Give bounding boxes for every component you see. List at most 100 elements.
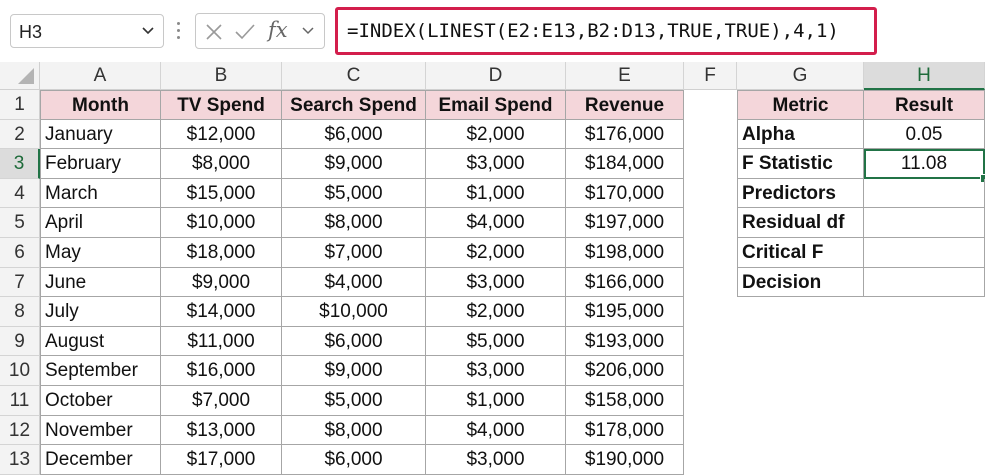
table-cell[interactable]: May bbox=[40, 238, 161, 268]
check-icon[interactable] bbox=[234, 22, 256, 42]
row-header-4[interactable]: 4 bbox=[0, 178, 40, 209]
metric-label-cell[interactable]: Alpha bbox=[737, 119, 864, 150]
row-header-7[interactable]: 7 bbox=[0, 267, 40, 298]
table-cell[interactable]: $7,000 bbox=[161, 386, 282, 416]
row-header-8[interactable]: 8 bbox=[0, 297, 40, 327]
table-cell[interactable]: $5,000 bbox=[282, 386, 426, 416]
column-header-c[interactable]: C bbox=[282, 62, 426, 90]
table-cell[interactable]: $5,000 bbox=[282, 178, 426, 209]
table-cell[interactable]: $4,000 bbox=[426, 415, 566, 446]
table-cell[interactable]: September bbox=[40, 356, 161, 386]
metric-label-cell[interactable]: F Statistic bbox=[737, 149, 864, 179]
active-cell[interactable]: 11.08 bbox=[864, 149, 985, 179]
table-cell[interactable]: $2,000 bbox=[426, 297, 566, 327]
table-cell[interactable]: $170,000 bbox=[566, 178, 684, 209]
table-cell[interactable]: $176,000 bbox=[566, 119, 684, 150]
table-cell[interactable]: $9,000 bbox=[282, 356, 426, 386]
row-header-2[interactable]: 2 bbox=[0, 119, 40, 150]
table-cell[interactable]: $3,000 bbox=[426, 445, 566, 475]
table-cell[interactable]: $1,000 bbox=[426, 386, 566, 416]
metric-result-cell[interactable] bbox=[864, 238, 985, 268]
table-cell[interactable]: $9,000 bbox=[161, 267, 282, 298]
table-cell[interactable]: $184,000 bbox=[566, 149, 684, 179]
table-cell[interactable]: $8,000 bbox=[282, 415, 426, 446]
table-cell[interactable]: $18,000 bbox=[161, 238, 282, 268]
x-icon[interactable] bbox=[204, 22, 224, 42]
metrics-header-cell[interactable]: Metric bbox=[737, 90, 864, 120]
table-cell[interactable]: July bbox=[40, 297, 161, 327]
table-cell[interactable]: $4,000 bbox=[426, 208, 566, 238]
table-cell[interactable]: $12,000 bbox=[161, 119, 282, 150]
select-all-button[interactable] bbox=[0, 62, 40, 90]
metric-label-cell[interactable]: Predictors bbox=[737, 178, 864, 209]
table-cell[interactable]: $17,000 bbox=[161, 445, 282, 475]
table-cell[interactable]: $10,000 bbox=[161, 208, 282, 238]
table-header-cell[interactable]: Search Spend bbox=[282, 90, 426, 120]
table-cell[interactable]: $195,000 bbox=[566, 297, 684, 327]
table-cell[interactable]: $3,000 bbox=[426, 356, 566, 386]
insert-function-icon[interactable]: fx bbox=[268, 18, 288, 42]
metric-result-cell[interactable] bbox=[864, 267, 985, 298]
table-cell[interactable]: $8,000 bbox=[161, 149, 282, 179]
table-cell[interactable]: $5,000 bbox=[426, 326, 566, 357]
table-cell[interactable]: June bbox=[40, 267, 161, 298]
table-cell[interactable]: $158,000 bbox=[566, 386, 684, 416]
row-header-11[interactable]: 11 bbox=[0, 386, 40, 416]
table-cell[interactable]: March bbox=[40, 178, 161, 209]
table-header-cell[interactable]: Revenue bbox=[566, 90, 684, 120]
table-cell[interactable]: $193,000 bbox=[566, 326, 684, 357]
table-cell[interactable]: $3,000 bbox=[426, 149, 566, 179]
table-cell[interactable]: $190,000 bbox=[566, 445, 684, 475]
column-header-d[interactable]: D bbox=[426, 62, 566, 90]
table-cell[interactable]: April bbox=[40, 208, 161, 238]
metric-result-cell[interactable] bbox=[864, 208, 985, 238]
table-cell[interactable]: $16,000 bbox=[161, 356, 282, 386]
metric-label-cell[interactable]: Residual df bbox=[737, 208, 864, 238]
table-cell[interactable]: $10,000 bbox=[282, 297, 426, 327]
table-header-cell[interactable]: Email Spend bbox=[426, 90, 566, 120]
column-header-a[interactable]: A bbox=[40, 62, 161, 90]
table-header-cell[interactable]: Month bbox=[40, 90, 161, 120]
metric-result-cell[interactable]: 0.05 bbox=[864, 119, 985, 150]
table-cell[interactable]: $198,000 bbox=[566, 238, 684, 268]
table-cell[interactable]: August bbox=[40, 326, 161, 357]
metric-label-cell[interactable]: Critical F bbox=[737, 238, 864, 268]
table-header-cell[interactable]: TV Spend bbox=[161, 90, 282, 120]
table-cell[interactable]: $15,000 bbox=[161, 178, 282, 209]
column-header-h[interactable]: H bbox=[864, 62, 985, 90]
row-header-5[interactable]: 5 bbox=[0, 208, 40, 238]
name-box[interactable]: H3 bbox=[10, 14, 164, 48]
table-cell[interactable]: $2,000 bbox=[426, 238, 566, 268]
column-header-e[interactable]: E bbox=[566, 62, 684, 90]
column-header-b[interactable]: B bbox=[161, 62, 282, 90]
table-cell[interactable]: November bbox=[40, 415, 161, 446]
metrics-header-cell[interactable]: Result bbox=[864, 90, 985, 120]
row-header-10[interactable]: 10 bbox=[0, 356, 40, 386]
row-header-1[interactable]: 1 bbox=[0, 90, 40, 120]
table-cell[interactable]: $6,000 bbox=[282, 326, 426, 357]
column-header-f[interactable]: F bbox=[684, 62, 737, 90]
table-cell[interactable]: $3,000 bbox=[426, 267, 566, 298]
column-header-g[interactable]: G bbox=[737, 62, 864, 90]
formula-input[interactable]: =INDEX(LINEST(E2:E13,B2:D13,TRUE,TRUE),4… bbox=[335, 7, 877, 55]
table-cell[interactable]: January bbox=[40, 119, 161, 150]
drag-handle-icon[interactable] bbox=[176, 20, 182, 42]
table-cell[interactable]: $166,000 bbox=[566, 267, 684, 298]
table-cell[interactable]: $13,000 bbox=[161, 415, 282, 446]
table-cell[interactable]: $1,000 bbox=[426, 178, 566, 209]
row-header-6[interactable]: 6 bbox=[0, 238, 40, 268]
table-cell[interactable]: February bbox=[40, 149, 161, 179]
table-cell[interactable]: $6,000 bbox=[282, 119, 426, 150]
row-header-9[interactable]: 9 bbox=[0, 326, 40, 357]
table-cell[interactable]: $2,000 bbox=[426, 119, 566, 150]
metric-result-cell[interactable] bbox=[864, 178, 985, 209]
table-cell[interactable]: $7,000 bbox=[282, 238, 426, 268]
table-cell[interactable]: $9,000 bbox=[282, 149, 426, 179]
table-cell[interactable]: $6,000 bbox=[282, 445, 426, 475]
table-cell[interactable]: $11,000 bbox=[161, 326, 282, 357]
table-cell[interactable]: $206,000 bbox=[566, 356, 684, 386]
metric-label-cell[interactable]: Decision bbox=[737, 267, 864, 298]
row-header-12[interactable]: 12 bbox=[0, 415, 40, 446]
table-cell[interactable]: $4,000 bbox=[282, 267, 426, 298]
table-cell[interactable]: $14,000 bbox=[161, 297, 282, 327]
